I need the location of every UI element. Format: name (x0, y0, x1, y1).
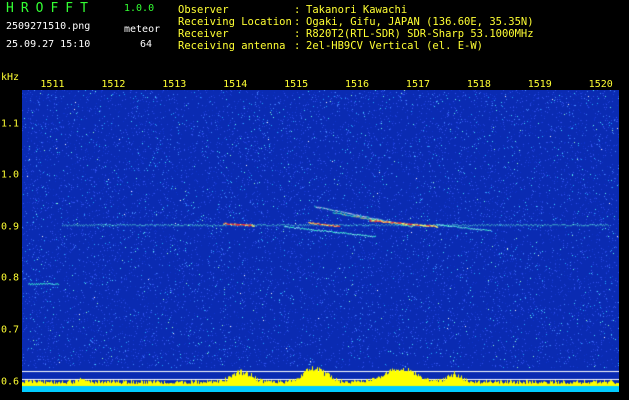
info-value: Ogaki, Gifu, JAPAN (136.60E, 35.35N) (306, 16, 534, 28)
info-colon: : (294, 28, 301, 40)
spectrogram-canvas (22, 90, 619, 392)
info-colon: : (294, 4, 301, 16)
x-tick-label: 1511 (40, 79, 65, 90)
info-key: Receiving Location (178, 16, 292, 28)
info-key: Observer (178, 4, 229, 16)
date-time: 25.09.27 15:10 (6, 39, 91, 50)
y-tick-label: 0.9 (1, 221, 20, 233)
x-tick-label: 1516 (345, 79, 370, 90)
info-value: 2el-HB9CV Vertical (el. E-W) (306, 40, 484, 52)
y-tick-label: 1.0 (1, 169, 20, 181)
y-tick-label: 0.8 (1, 272, 20, 284)
app-version: 1.0.0 (124, 3, 155, 14)
info-colon: : (294, 16, 301, 28)
x-tick-label: 1512 (101, 79, 126, 90)
x-tick-label: 1520 (588, 79, 613, 90)
info-key: Receiver (178, 28, 229, 40)
y-tick-label: 1.1 (1, 118, 20, 130)
meteor-count: 64 (139, 39, 152, 50)
y-tick-label: 0.6 (1, 376, 20, 388)
x-tick-label: 1517 (405, 79, 431, 90)
info-value: R820T2(RTL-SDR) SDR-Sharp 53.1000MHz (306, 28, 534, 40)
file-name: 2509271510.png (6, 21, 91, 32)
info-key: Receiving antenna (178, 40, 286, 52)
x-tick-label: 1515 (284, 79, 309, 90)
app-title: HROFFT (6, 1, 95, 16)
spectrogram (22, 90, 619, 392)
x-tick-label: 1513 (162, 79, 187, 90)
x-tick-label: 1519 (527, 79, 552, 90)
info-colon: : (294, 40, 301, 52)
x-tick-label: 1514 (223, 79, 248, 90)
y-tick-label: 0.7 (1, 324, 20, 336)
y-axis-unit: kHz (1, 72, 20, 83)
info-value: Takanori Kawachi (306, 4, 408, 16)
meteor-label: meteor (124, 24, 161, 35)
x-tick-label: 1518 (466, 79, 491, 90)
